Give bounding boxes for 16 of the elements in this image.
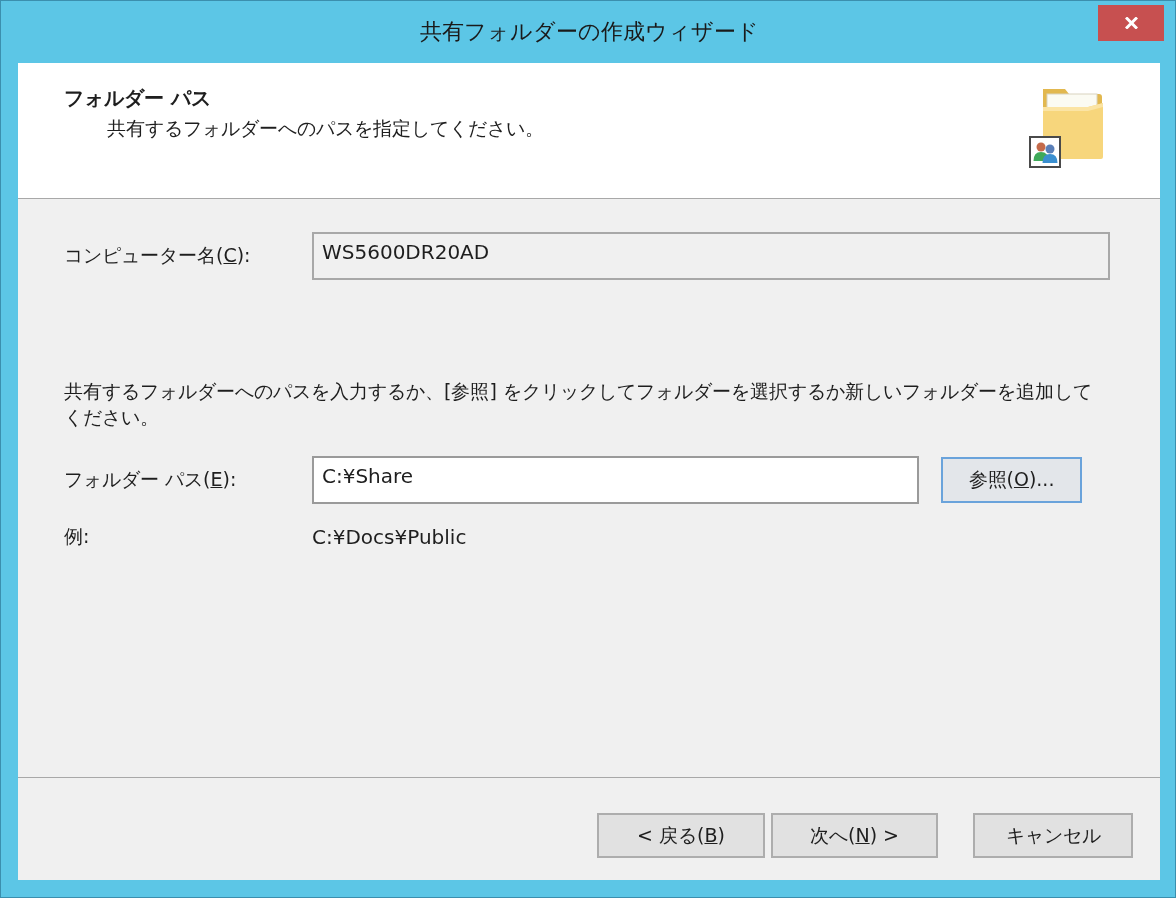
folder-path-label: フォルダー パス(E):	[64, 467, 238, 492]
next-button[interactable]: 次へ(N) >	[771, 813, 938, 858]
page-title: フォルダー パス	[64, 85, 211, 112]
browse-button[interactable]: 参照(O)...	[941, 457, 1082, 503]
close-button[interactable]	[1098, 5, 1164, 41]
example-label: 例:	[64, 524, 91, 549]
computer-name-label: コンピューター名(C):	[64, 243, 252, 268]
instruction-text: 共有するフォルダーへのパスを入力するか、[参照] をクリックしてフォルダーを選択するか新しいフォルダーを追加してください。	[64, 379, 1093, 430]
back-button[interactable]: < 戻る(B)	[597, 813, 765, 858]
close-icon	[1124, 17, 1138, 29]
example-path: C:¥Docs¥Public	[312, 525, 467, 549]
cancel-button[interactable]: キャンセル	[973, 813, 1133, 858]
computer-name-field[interactable]: WS5600DR20AD	[312, 232, 1110, 280]
folder-path-field[interactable]: C:¥Share	[312, 456, 919, 504]
window-title: 共有フォルダーの作成ウィザード	[419, 18, 759, 46]
page-subtitle: 共有するフォルダーへのパスを指定してください。	[107, 116, 544, 141]
